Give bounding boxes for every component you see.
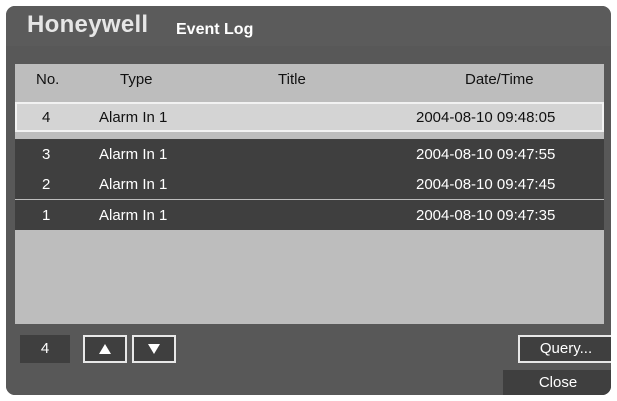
brand-logo: Honeywell (27, 11, 149, 38)
row-datetime: 2004-08-10 09:48:05 (416, 109, 556, 126)
row-no: 1 (42, 207, 51, 224)
query-button[interactable]: Query... (518, 335, 611, 363)
row-no: 3 (42, 146, 51, 163)
row-no: 2 (42, 176, 51, 193)
table-row[interactable]: 1 Alarm In 1 2004-08-10 09:47:35 (15, 200, 604, 230)
column-header-no: No. (36, 71, 60, 88)
window-title: Event Log (176, 21, 254, 38)
event-count: 4 (20, 335, 70, 363)
row-type: Alarm In 1 (99, 146, 168, 163)
close-button[interactable]: Close (503, 370, 611, 395)
table-empty-area (15, 230, 604, 324)
row-type: Alarm In 1 (99, 109, 168, 126)
triangle-down-icon (148, 344, 160, 354)
table-row[interactable]: 3 Alarm In 1 2004-08-10 09:47:55 (15, 139, 604, 169)
row-datetime: 2004-08-10 09:47:45 (416, 176, 556, 193)
event-table: No. Type Title Date/Time 4 Alarm In 1 20… (15, 64, 604, 324)
row-datetime: 2004-08-10 09:47:55 (416, 146, 556, 163)
scroll-down-button[interactable] (132, 335, 176, 363)
table-header: No. Type Title Date/Time (15, 64, 604, 95)
title-bar: Honeywell Event Log (6, 6, 611, 46)
row-datetime: 2004-08-10 09:47:35 (416, 207, 556, 224)
row-type: Alarm In 1 (99, 207, 168, 224)
row-type: Alarm In 1 (99, 176, 168, 193)
event-log-window: Honeywell Event Log No. Type Title Date/… (6, 6, 611, 395)
column-header-type: Type (120, 71, 153, 88)
table-row[interactable]: 2 Alarm In 1 2004-08-10 09:47:45 (15, 169, 604, 199)
triangle-up-icon (99, 344, 111, 354)
scroll-up-button[interactable] (83, 335, 127, 363)
column-header-title: Title (278, 71, 306, 88)
column-header-datetime: Date/Time (465, 71, 534, 88)
table-row[interactable]: 4 Alarm In 1 2004-08-10 09:48:05 (15, 102, 604, 132)
row-no: 4 (42, 109, 51, 126)
